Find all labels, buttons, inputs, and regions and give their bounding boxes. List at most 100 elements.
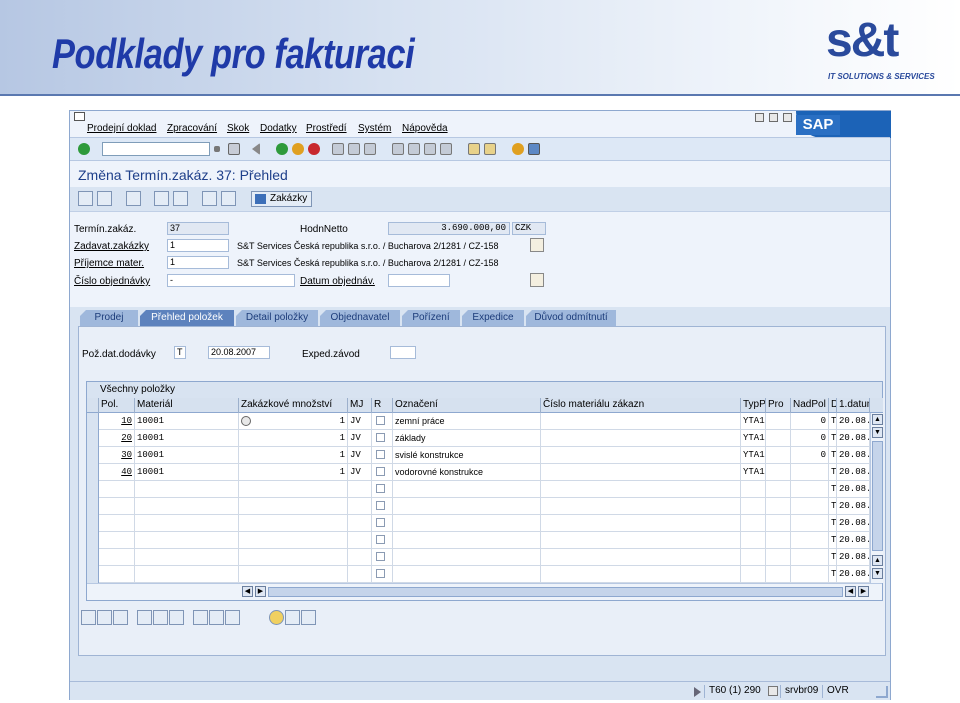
table-cell-nadpol[interactable]: [791, 566, 829, 583]
column-pro[interactable]: Pro: [766, 398, 791, 413]
partner-icon[interactable]: [173, 191, 188, 206]
table-cell[interactable]: [541, 413, 741, 430]
print-icon[interactable]: [332, 143, 344, 155]
table-cell-oznaceni[interactable]: [393, 481, 541, 498]
table-cell-datum[interactable]: 20.08.:: [837, 413, 870, 430]
table-cell-pol[interactable]: [99, 515, 135, 532]
table-row[interactable]: 40 10001 1 JV vodorovné konstrukce YTA1 T 20.08…: [87, 464, 870, 481]
table-cell-material[interactable]: 10001: [135, 464, 239, 481]
help-icon[interactable]: [512, 143, 524, 155]
table-cell-d[interactable]: T: [829, 464, 837, 481]
column-mj[interactable]: MJ: [348, 398, 372, 413]
table-cell[interactable]: [541, 498, 741, 515]
table-cell[interactable]: [766, 566, 791, 583]
document-flow-icon[interactable]: [221, 191, 236, 206]
column-config-icon[interactable]: [870, 398, 883, 413]
table-cell[interactable]: [541, 515, 741, 532]
pozadovane-datum-field[interactable]: 20.08.2007: [208, 346, 270, 359]
table-row[interactable]: T20.08.:: [87, 549, 870, 566]
scroll-up-lower-icon[interactable]: ▲: [872, 555, 883, 566]
overview-icon[interactable]: [154, 191, 169, 206]
row-checkbox[interactable]: [376, 484, 385, 493]
row-checkbox[interactable]: [376, 433, 385, 442]
table-cell-typp[interactable]: [741, 481, 766, 498]
find-next-icon[interactable]: [364, 143, 376, 155]
status-expand-icon[interactable]: [694, 687, 701, 697]
horizontal-scroll-thumb[interactable]: [268, 587, 843, 597]
table-row[interactable]: 30100011JV svislé konstrukce YTA1 0T20.08.:: [87, 447, 870, 464]
table-cell-oznaceni[interactable]: [393, 566, 541, 583]
back-icon[interactable]: [276, 143, 288, 155]
zakazky-button[interactable]: Zakázky: [251, 191, 312, 207]
configuration-icon[interactable]: [225, 610, 240, 625]
column-cislo-materialu-zakazn[interactable]: Číslo materiálu zákazn: [541, 398, 741, 413]
new-session-icon[interactable]: [468, 143, 480, 155]
table-cell-d[interactable]: T: [829, 515, 837, 532]
tab-prehled-polozek[interactable]: Přehled položek: [140, 310, 234, 326]
sort-icon[interactable]: [193, 610, 208, 625]
table-cell-material[interactable]: [135, 498, 239, 515]
table-cell-datum[interactable]: 20.08.:: [837, 515, 870, 532]
row-selector[interactable]: [87, 498, 99, 515]
table-row[interactable]: T20.08.:: [87, 515, 870, 532]
tab-prodej[interactable]: Prodej: [80, 310, 138, 326]
scroll-up-icon[interactable]: ▲: [872, 414, 883, 425]
save-icon[interactable]: [228, 143, 240, 155]
table-cell[interactable]: [541, 566, 741, 583]
row-checkbox[interactable]: [376, 569, 385, 578]
delete-item-icon[interactable]: [137, 610, 152, 625]
table-cell-material[interactable]: 10001: [135, 430, 239, 447]
column-zakazkove-mnozstvi[interactable]: Zakázkové množství: [239, 398, 348, 413]
table-cell-mj[interactable]: JV: [348, 413, 372, 430]
cancel-icon[interactable]: [308, 143, 320, 155]
table-cell-qty[interactable]: [239, 481, 348, 498]
table-cell-typp[interactable]: YTA1: [741, 413, 766, 430]
table-cell-oznaceni[interactable]: zemní práce: [393, 413, 541, 430]
table-cell[interactable]: [766, 498, 791, 515]
table-cell-typp[interactable]: [741, 515, 766, 532]
table-cell-material[interactable]: [135, 532, 239, 549]
table-cell-pol[interactable]: 20: [99, 430, 135, 447]
table-cell[interactable]: [766, 515, 791, 532]
table-cell-mj[interactable]: [348, 498, 372, 515]
shortcut-icon[interactable]: [484, 143, 496, 155]
find-icon[interactable]: [348, 143, 360, 155]
table-cell-oznaceni[interactable]: svislé konstrukce: [393, 447, 541, 464]
row-selector[interactable]: [87, 413, 99, 430]
partner-detail-icon[interactable]: [530, 238, 544, 252]
previous-page-icon[interactable]: [408, 143, 420, 155]
table-cell-pol[interactable]: [99, 566, 135, 583]
copy-item-icon[interactable]: [169, 610, 184, 625]
row-selector[interactable]: [87, 515, 99, 532]
table-cell-material[interactable]: [135, 481, 239, 498]
table-cell-datum[interactable]: 20.08.:: [837, 532, 870, 549]
table-cell-qty[interactable]: [239, 515, 348, 532]
table-cell-mj[interactable]: [348, 515, 372, 532]
table-cell-mj[interactable]: JV: [348, 464, 372, 481]
exped-zavod-field[interactable]: [390, 346, 416, 359]
pricing-icon[interactable]: [269, 610, 284, 625]
table-cell-qty[interactable]: [239, 566, 348, 583]
table-cell-nadpol[interactable]: 0: [791, 413, 829, 430]
scroll-thumb[interactable]: [872, 441, 883, 551]
table-cell-typp[interactable]: YTA1: [741, 447, 766, 464]
row-selector[interactable]: [87, 447, 99, 464]
session-dropdown-icon[interactable]: [768, 686, 778, 696]
column-1-datum[interactable]: 1.datum: [837, 398, 870, 413]
table-row[interactable]: T20.08.:: [87, 481, 870, 498]
exit-icon[interactable]: [292, 143, 304, 155]
tab-detail-polozky[interactable]: Detail položky: [236, 310, 318, 326]
table-cell[interactable]: [541, 532, 741, 549]
column-material[interactable]: Materiál: [135, 398, 239, 413]
resize-grip-icon[interactable]: [876, 686, 888, 698]
table-row[interactable]: 20100011JV základy YTA1 0T20.08.:: [87, 430, 870, 447]
header-icon[interactable]: [126, 191, 141, 206]
next-page-icon[interactable]: [424, 143, 436, 155]
menu-system[interactable]: Systém: [358, 123, 391, 134]
table-cell-d[interactable]: T: [829, 481, 837, 498]
row-checkbox[interactable]: [376, 450, 385, 459]
table-cell-mj[interactable]: [348, 481, 372, 498]
window-menu-icon[interactable]: [74, 112, 85, 121]
filter-icon[interactable]: [209, 610, 224, 625]
table-row[interactable]: 10100011JV zemní práce YTA1 0T20.08.:: [87, 413, 870, 430]
